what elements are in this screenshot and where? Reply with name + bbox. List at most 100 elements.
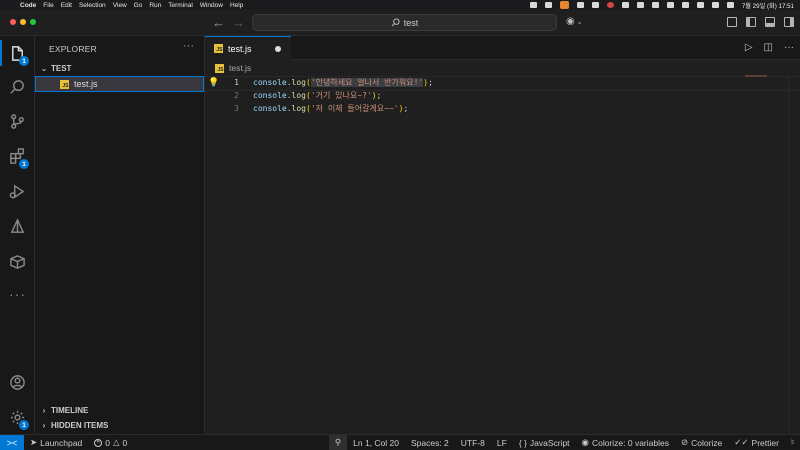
arrow-left-icon[interactable]: ← — [212, 15, 225, 30]
copilot-menu[interactable]: ◉ ⌄ — [566, 16, 583, 27]
notifications-status[interactable]: ♮ — [785, 435, 800, 450]
run-debug-icon — [9, 184, 25, 198]
run-debug-activity[interactable] — [0, 176, 35, 206]
status-app-icon[interactable] — [591, 2, 599, 8]
manage-activity[interactable]: 1 — [0, 402, 35, 432]
status-app-icon[interactable] — [606, 2, 614, 8]
problems-status[interactable]: ✕ 0 △ 0 — [88, 435, 133, 450]
file-tree-item-label: test.js — [74, 79, 98, 89]
minimap[interactable] — [745, 75, 767, 77]
timeline-section[interactable]: › TIMELINE — [35, 403, 205, 418]
prettier-status[interactable]: ✓✓ Prettier — [728, 435, 785, 450]
status-app-icon[interactable] — [636, 2, 644, 8]
tab-test-js[interactable]: JS test.js — [205, 36, 291, 60]
explorer-badge: 1 — [19, 56, 29, 66]
chevron-right-icon: › — [42, 406, 46, 415]
macos-menu-bar: Code File Edit Selection View Go Run Ter… — [0, 0, 800, 10]
arrow-right-icon[interactable]: → — [232, 15, 245, 30]
zoom-window-button[interactable] — [30, 19, 36, 25]
accounts-activity[interactable] — [0, 367, 35, 397]
wifi-icon[interactable] — [681, 2, 689, 8]
status-app-icon[interactable] — [529, 2, 537, 8]
status-app-icon[interactable] — [651, 2, 659, 8]
customize-layout-icon[interactable] — [727, 17, 737, 27]
language-mode-status[interactable]: { } JavaScript — [513, 435, 576, 450]
window-title-bar: ← → test ◉ ⌄ — [0, 10, 800, 36]
settings-badge: 1 — [19, 420, 29, 430]
chevron-down-icon: ⌄ — [576, 18, 583, 26]
status-bar: >< ➤ Launchpad ✕ 0 △ 0 ⚲ Ln 1, Col 20 Sp… — [0, 434, 800, 450]
double-check-icon: ✓✓ — [734, 437, 749, 447]
tab-label: test.js — [228, 43, 252, 54]
menu-run[interactable]: Run — [149, 2, 161, 9]
launchpad-status[interactable]: ➤ Launchpad — [24, 435, 88, 450]
folder-section-test[interactable]: ⌄ TEST — [35, 61, 205, 76]
cursor-position-status[interactable]: Ln 1, Col 20 — [347, 435, 405, 450]
file-tree-item-test-js[interactable]: JS test.js — [35, 76, 204, 92]
explorer-activity[interactable]: 1 — [0, 38, 35, 68]
battery-icon[interactable] — [696, 2, 704, 8]
search-activity[interactable] — [0, 72, 35, 102]
menu-terminal[interactable]: Terminal — [168, 2, 193, 9]
menu-bar-clock[interactable]: 7월 29일 (화) 17:51 — [742, 1, 794, 10]
status-app-icon[interactable] — [559, 1, 569, 9]
minimize-window-button[interactable] — [20, 19, 26, 25]
menu-edit[interactable]: Edit — [61, 2, 72, 9]
status-app-icon[interactable] — [621, 2, 629, 8]
hidden-items-section[interactable]: › HIDDEN ITEMS — [35, 418, 205, 433]
timeline-label: TIMELINE — [51, 406, 89, 415]
code-line[interactable]: console.log('저 이제 들어갈게요~~'); — [253, 102, 743, 115]
toggle-secondary-sidebar-icon[interactable] — [784, 17, 794, 27]
more-actions-icon[interactable]: ··· — [784, 42, 794, 53]
editor-scrollbar[interactable] — [788, 76, 800, 434]
menu-view[interactable]: View — [113, 2, 127, 9]
unsaved-dot-icon[interactable] — [275, 46, 281, 52]
command-center-search[interactable]: test — [252, 14, 557, 31]
hidden-items-label: HIDDEN ITEMS — [51, 421, 109, 430]
menu-code[interactable]: Code — [20, 2, 36, 9]
error-icon: ✕ — [94, 438, 103, 447]
eol-status[interactable]: LF — [491, 435, 513, 450]
remote-indicator[interactable]: >< — [0, 434, 24, 450]
menu-file[interactable]: File — [43, 2, 53, 9]
encoding-status[interactable]: UTF-8 — [455, 435, 491, 450]
code-line[interactable]: console.log('거기 있나요~?'); — [253, 89, 743, 102]
toggle-panel-icon[interactable] — [765, 17, 775, 27]
close-window-button[interactable] — [10, 19, 16, 25]
menu-help[interactable]: Help — [230, 2, 243, 9]
status-app-icon[interactable] — [666, 2, 674, 8]
spotlight-search-icon[interactable] — [711, 2, 719, 8]
split-editor-icon[interactable]: ◫ — [764, 42, 773, 53]
box-icon — [10, 254, 25, 269]
javascript-file-icon: JS — [214, 44, 223, 53]
code-line[interactable]: console.log('안녕하세요 얼나서 반가워요!'); — [205, 76, 800, 91]
control-center-icon[interactable] — [726, 2, 734, 8]
code-editor[interactable]: console.log('안녕하세요 얼나서 반가워요!'); console.… — [205, 76, 800, 115]
menu-selection[interactable]: Selection — [79, 2, 106, 9]
search-icon — [10, 79, 24, 94]
sidebar-title: EXPLORER — [49, 44, 97, 54]
search-icon — [391, 18, 400, 27]
toggle-primary-sidebar-icon[interactable] — [746, 17, 756, 27]
copilot-icon: ◉ — [566, 16, 575, 27]
javascript-file-icon: JS — [215, 63, 224, 73]
run-icon[interactable]: ▷ — [745, 42, 753, 53]
status-app-icon[interactable] — [576, 2, 584, 8]
colorize-status[interactable]: ⊘ Colorize — [675, 435, 728, 450]
menu-window[interactable]: Window — [200, 2, 223, 9]
breadcrumb-file[interactable]: test.js — [229, 63, 251, 73]
extension-view-activity[interactable] — [0, 211, 35, 241]
more-actions-icon[interactable]: ··· — [183, 40, 194, 52]
indentation-status[interactable]: Spaces: 2 — [405, 435, 455, 450]
colorize-variables-status[interactable]: ◉ Colorize: 0 variables — [576, 435, 675, 450]
editor-tab-bar: JS test.js ▷ ◫ ··· — [205, 36, 800, 60]
more-views-activity[interactable]: ··· — [0, 279, 35, 309]
source-control-activity[interactable] — [0, 106, 35, 136]
breadcrumb: JS test.js — [215, 63, 251, 73]
zoom-status[interactable]: ⚲ — [328, 434, 348, 450]
menu-go[interactable]: Go — [134, 2, 143, 9]
zoom-icon: ⚲ — [334, 437, 342, 447]
extensions-activity[interactable]: 1 — [0, 141, 35, 171]
status-app-icon[interactable] — [544, 2, 552, 8]
containers-activity[interactable] — [0, 246, 35, 276]
